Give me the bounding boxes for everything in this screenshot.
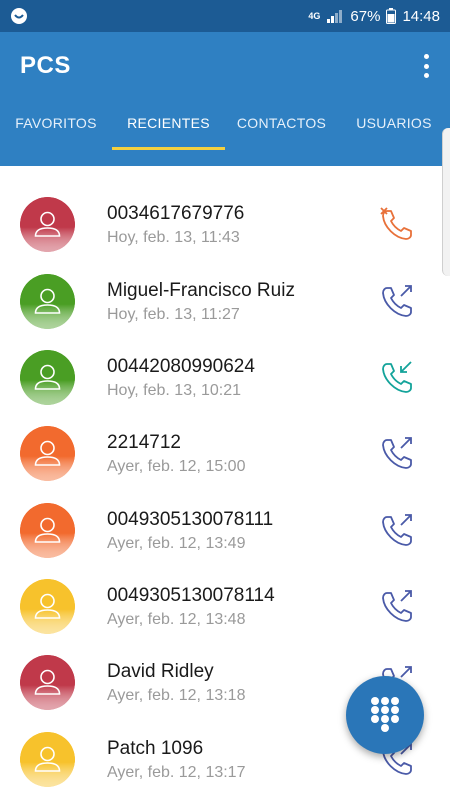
app-title: PCS — [20, 52, 71, 79]
call-time: Hoy, feb. 13, 11:27 — [107, 306, 240, 323]
outgoing-call-icon[interactable] — [378, 587, 418, 627]
battery-percent: 67% — [350, 7, 381, 25]
avatar — [20, 197, 75, 252]
call-row[interactable]: Miguel-Francisco Ruiz Hoy, feb. 13, 11:2… — [0, 274, 450, 350]
dialpad-button[interactable] — [346, 676, 424, 754]
active-tab-indicator — [112, 147, 225, 150]
call-time: Hoy, feb. 13, 11:43 — [107, 229, 240, 246]
tab-contactos[interactable]: CONTACTOS — [225, 112, 338, 166]
tab-usuarios[interactable]: USUARIOS — [338, 112, 450, 166]
signal-icon — [327, 10, 343, 23]
call-time: Ayer, feb. 12, 13:17 — [107, 764, 246, 781]
call-time: Ayer, feb. 12, 13:49 — [107, 535, 246, 552]
avatar — [20, 426, 75, 481]
missed-call-icon[interactable] — [378, 205, 418, 245]
more-vert-icon — [423, 54, 429, 59]
avatar — [20, 350, 75, 405]
call-row[interactable]: 0049305130078114 Ayer, feb. 12, 13:48 — [0, 579, 450, 655]
call-row[interactable]: 00442080990624 Hoy, feb. 13, 10:21 — [0, 350, 450, 426]
call-row[interactable]: 0034617679776 Hoy, feb. 13, 11:43 — [0, 197, 450, 273]
call-time: Ayer, feb. 12, 13:48 — [107, 611, 246, 628]
app-bar: PCS FAVORITOS RECIENTES CONTACTOS USUARI… — [0, 32, 450, 166]
status-time: 14:48 — [402, 7, 440, 25]
outgoing-call-icon[interactable] — [378, 282, 418, 322]
tab-recientes[interactable]: RECIENTES — [112, 112, 225, 166]
battery-icon — [386, 8, 397, 24]
call-time: Ayer, feb. 12, 15:00 — [107, 458, 246, 475]
contact-name: 0049305130078114 — [107, 585, 275, 606]
incoming-call-icon[interactable] — [378, 358, 418, 398]
contact-name: 0034617679776 — [107, 203, 245, 224]
network-type: 4G — [308, 10, 321, 21]
contact-name: 2214712 — [107, 432, 181, 453]
contact-name: 0049305130078111 — [107, 509, 274, 530]
outgoing-call-icon[interactable] — [378, 434, 418, 474]
call-time: Ayer, feb. 12, 13:18 — [107, 687, 246, 704]
avatar — [20, 274, 75, 329]
contact-name: Miguel-Francisco Ruiz — [107, 280, 295, 301]
call-row[interactable]: 2214712 Ayer, feb. 12, 15:00 — [0, 426, 450, 502]
more-options-button[interactable] — [420, 54, 432, 78]
tab-bar: FAVORITOS RECIENTES CONTACTOS USUARIOS — [0, 112, 450, 166]
avatar — [20, 655, 75, 710]
contact-name: David Ridley — [107, 661, 214, 682]
outgoing-call-icon[interactable] — [378, 511, 418, 551]
contact-name: Patch 1096 — [107, 738, 204, 759]
avatar — [20, 503, 75, 558]
dialpad-icon — [371, 697, 399, 732]
app-notification-icon — [11, 8, 27, 24]
call-time: Hoy, feb. 13, 10:21 — [107, 382, 242, 399]
call-row[interactable]: 0049305130078111 Ayer, feb. 12, 13:49 — [0, 503, 450, 579]
avatar — [20, 579, 75, 634]
tab-favoritos[interactable]: FAVORITOS — [0, 112, 112, 166]
status-bar: 4G 67% 14:48 — [0, 0, 450, 32]
avatar — [20, 732, 75, 787]
contact-name: 00442080990624 — [107, 356, 255, 377]
